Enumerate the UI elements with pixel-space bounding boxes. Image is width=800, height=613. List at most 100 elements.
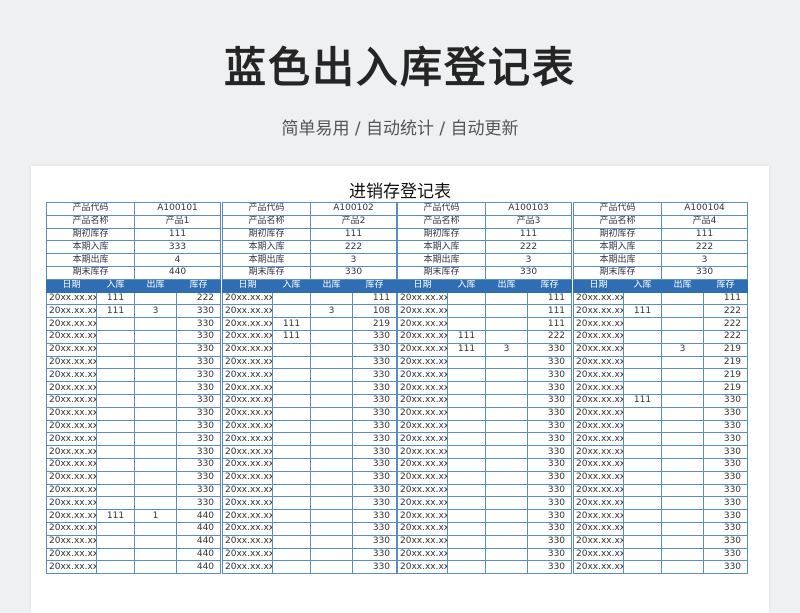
date-cell[interactable]: 20xx.xx.xx (222, 381, 273, 395)
stock-cell[interactable]: 330 (352, 419, 398, 434)
in-qty-cell[interactable] (622, 470, 663, 485)
date-cell[interactable]: 20xx.xx.xx (397, 496, 448, 511)
in-qty-cell[interactable] (95, 355, 136, 370)
out-qty-cell[interactable] (134, 317, 178, 331)
date-cell[interactable]: 20xx.xx.xx (573, 304, 624, 319)
date-cell[interactable]: 20xx.xx.xx (573, 457, 624, 472)
stock-cell[interactable]: 330 (352, 509, 398, 523)
out-qty-cell[interactable] (310, 509, 354, 523)
in-qty-cell[interactable] (446, 496, 487, 511)
in-qty-cell[interactable] (622, 560, 663, 575)
out-qty-cell[interactable] (485, 329, 529, 344)
stock-cell[interactable]: 330 (527, 534, 573, 549)
info-value[interactable]: 330 (310, 265, 398, 280)
date-cell[interactable]: 20xx.xx.xx (397, 509, 448, 523)
stock-cell[interactable]: 330 (527, 368, 573, 383)
stock-cell[interactable]: 111 (527, 317, 573, 331)
date-cell[interactable]: 20xx.xx.xx (397, 470, 448, 485)
stock-cell[interactable]: 330 (703, 521, 749, 536)
out-qty-cell[interactable] (134, 381, 178, 395)
date-cell[interactable]: 20xx.xx.xx (222, 419, 273, 434)
in-qty-cell[interactable]: 111 (271, 329, 312, 344)
info-value[interactable]: A100103 (485, 202, 573, 216)
in-qty-cell[interactable] (446, 368, 487, 383)
date-cell[interactable]: 20xx.xx.xx (222, 560, 273, 575)
date-cell[interactable]: 20xx.xx.xx (397, 547, 448, 562)
in-qty-cell[interactable] (446, 291, 487, 306)
in-qty-cell[interactable] (446, 509, 487, 523)
out-qty-cell[interactable] (134, 406, 178, 421)
out-qty-cell[interactable] (485, 534, 529, 549)
out-qty-cell[interactable] (134, 342, 178, 357)
stock-cell[interactable]: 330 (352, 470, 398, 485)
stock-cell[interactable]: 330 (352, 560, 398, 575)
in-qty-cell[interactable] (95, 534, 136, 549)
in-qty-cell[interactable]: 111 (622, 393, 663, 408)
info-value[interactable]: 222 (485, 240, 573, 255)
in-qty-cell[interactable] (622, 406, 663, 421)
out-qty-cell[interactable] (134, 483, 178, 498)
out-qty-cell[interactable] (661, 406, 705, 421)
stock-cell[interactable]: 330 (527, 445, 573, 459)
in-qty-cell[interactable] (95, 470, 136, 485)
date-cell[interactable]: 20xx.xx.xx (573, 355, 624, 370)
in-qty-cell[interactable]: 111 (446, 342, 487, 357)
in-qty-cell[interactable] (622, 419, 663, 434)
out-qty-cell[interactable] (310, 560, 354, 575)
date-cell[interactable]: 20xx.xx.xx (222, 393, 273, 408)
out-qty-cell[interactable] (485, 393, 529, 408)
stock-cell[interactable]: 330 (703, 547, 749, 562)
stock-cell[interactable]: 222 (703, 304, 749, 319)
out-qty-cell[interactable] (310, 521, 354, 536)
in-qty-cell[interactable] (446, 457, 487, 472)
stock-cell[interactable]: 330 (176, 496, 222, 511)
info-value[interactable]: 3 (485, 253, 573, 267)
out-qty-cell[interactable] (134, 470, 178, 485)
date-cell[interactable]: 20xx.xx.xx (573, 470, 624, 485)
out-qty-cell[interactable] (134, 393, 178, 408)
stock-cell[interactable]: 219 (352, 317, 398, 331)
date-cell[interactable]: 20xx.xx.xx (397, 521, 448, 536)
date-cell[interactable]: 20xx.xx.xx (222, 457, 273, 472)
date-cell[interactable]: 20xx.xx.xx (222, 509, 273, 523)
info-value[interactable]: 440 (134, 265, 222, 280)
info-value[interactable]: 111 (661, 227, 749, 242)
date-cell[interactable]: 20xx.xx.xx (397, 291, 448, 306)
date-cell[interactable]: 20xx.xx.xx (46, 470, 97, 485)
in-qty-cell[interactable] (622, 547, 663, 562)
stock-cell[interactable]: 330 (352, 445, 398, 459)
in-qty-cell[interactable] (95, 457, 136, 472)
stock-cell[interactable]: 111 (527, 291, 573, 306)
stock-cell[interactable]: 330 (176, 406, 222, 421)
stock-cell[interactable]: 330 (352, 457, 398, 472)
date-cell[interactable]: 20xx.xx.xx (46, 291, 97, 306)
in-qty-cell[interactable] (446, 355, 487, 370)
date-cell[interactable]: 20xx.xx.xx (222, 445, 273, 459)
out-qty-cell[interactable] (485, 547, 529, 562)
stock-cell[interactable]: 330 (527, 342, 573, 357)
in-qty-cell[interactable] (622, 534, 663, 549)
in-qty-cell[interactable] (95, 329, 136, 344)
date-cell[interactable]: 20xx.xx.xx (573, 483, 624, 498)
stock-cell[interactable]: 330 (703, 406, 749, 421)
in-qty-cell[interactable] (446, 445, 487, 459)
info-value[interactable]: 产品2 (310, 214, 398, 229)
date-cell[interactable]: 20xx.xx.xx (46, 304, 97, 319)
in-qty-cell[interactable] (271, 355, 312, 370)
out-qty-cell[interactable] (310, 381, 354, 395)
in-qty-cell[interactable]: 111 (95, 304, 136, 319)
stock-cell[interactable]: 330 (527, 560, 573, 575)
stock-cell[interactable]: 330 (176, 304, 222, 319)
in-qty-cell[interactable] (95, 342, 136, 357)
stock-cell[interactable]: 330 (352, 547, 398, 562)
out-qty-cell[interactable] (134, 521, 178, 536)
in-qty-cell[interactable] (622, 521, 663, 536)
stock-cell[interactable]: 330 (703, 560, 749, 575)
date-cell[interactable]: 20xx.xx.xx (46, 355, 97, 370)
date-cell[interactable]: 20xx.xx.xx (397, 355, 448, 370)
out-qty-cell[interactable] (661, 381, 705, 395)
out-qty-cell[interactable] (661, 457, 705, 472)
out-qty-cell[interactable] (310, 291, 354, 306)
in-qty-cell[interactable] (95, 560, 136, 575)
out-qty-cell[interactable] (485, 419, 529, 434)
